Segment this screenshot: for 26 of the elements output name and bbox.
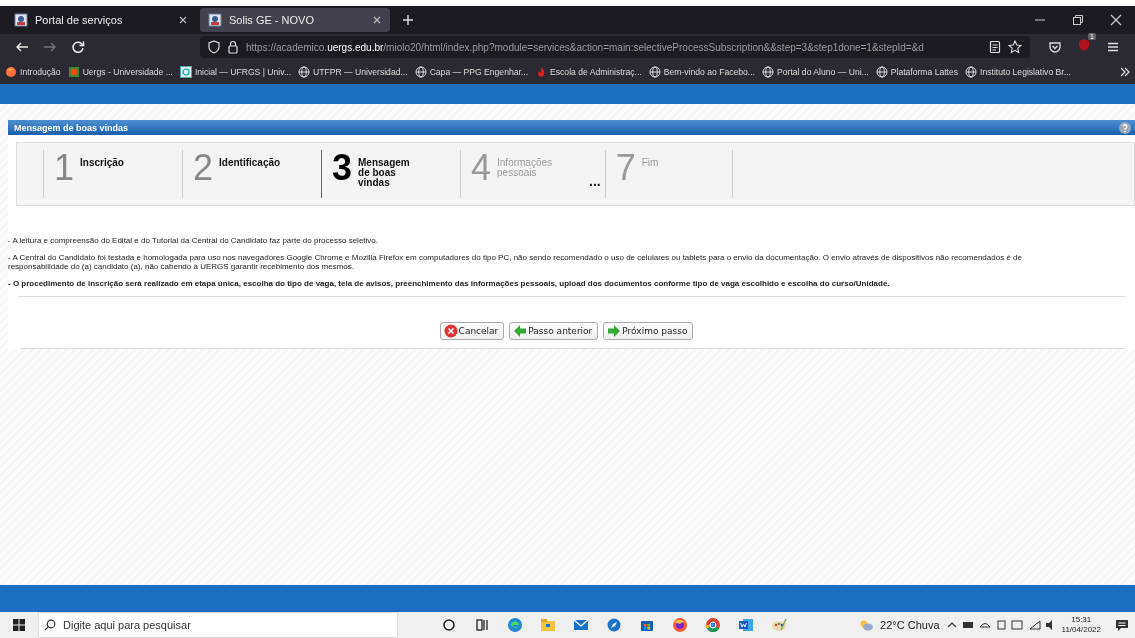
bookmark[interactable]: Portal do Aluno — Uni...	[762, 66, 869, 78]
bookmark[interactable]: Introdução	[5, 66, 61, 78]
bookmark[interactable]: Bem-vindo ao Facebo...	[648, 66, 755, 78]
url-text: https://academico.uergs.edu.br/miolo20/html/index.php?module=services&action=main:selectiveProcessSubscription&&step=3&step1done=1&stepId=&d	[246, 41, 925, 53]
bookmark[interactable]: Plataforma Lattes	[875, 66, 959, 78]
cancel-button[interactable]: Cancelar	[439, 322, 505, 340]
search-field[interactable]: Digite aqui para pesquisar	[38, 612, 398, 638]
bookmark[interactable]: Uergs - Universidade ...	[67, 66, 173, 78]
paragraph: - O procedimento de inscrição será realizado em etapa única, escolha do tipo de vaga, tela de avisos, preenchimento das informações pessoais, upload dos documentos conforme tipo de vaga escolhido e escolha do curso/Unidade.	[8, 279, 891, 288]
bookmark[interactable]: Capa — PPG Engenhar...	[414, 66, 529, 78]
paragraph: - A leitura e compreensão do Edital e do Tutorial da Central do Candidato faz parte do processo seletivo.	[8, 236, 379, 245]
bookmark[interactable]: UTFPR — Universidad...	[298, 66, 408, 78]
ellipsis: ...	[589, 173, 601, 189]
next-button[interactable]: Próximo passo	[603, 322, 694, 340]
bookmark[interactable]: Instituto Legislativo Br...	[965, 66, 1071, 78]
clock-time[interactable]: 15:31	[1071, 615, 1092, 625]
panel-title: Mensagem de boas vindas	[14, 122, 129, 133]
bookmark[interactable]: Inicial — UFRGS | Univ...	[179, 66, 292, 78]
browser-tab[interactable]: Portal de serviços	[6, 8, 196, 32]
address-bar[interactable]: https://academico.uergs.edu.br/miolo20/html/index.php?module=services&action=main:selectiveProcessSubscription&&step=3&step1done=1&stepId=&d	[200, 36, 1030, 58]
browser-tab[interactable]: Solis GE - NOVO	[200, 8, 390, 32]
paragraph: - A Central do Candidato foi testada e homologada para uso nos navegadores Google Chrome e Mozilla Firefox em computadores do tipo PC, não sendo recomendado o uso de celulares ou tablets para o envio da documentação. O envio através de dispositivos não recomendados é de responsabilidade do (a) candidato (a), não cabendo à UERGS garantir recebimento dos mesmos.	[8, 253, 1023, 271]
bookmark[interactable]: Escola de Administraç...	[535, 66, 642, 78]
clock-date[interactable]: 11/04/2022	[1061, 625, 1101, 635]
weather-text[interactable]: 22°C Chuva	[880, 619, 940, 631]
back-button[interactable]: Passo anterior	[509, 322, 599, 340]
